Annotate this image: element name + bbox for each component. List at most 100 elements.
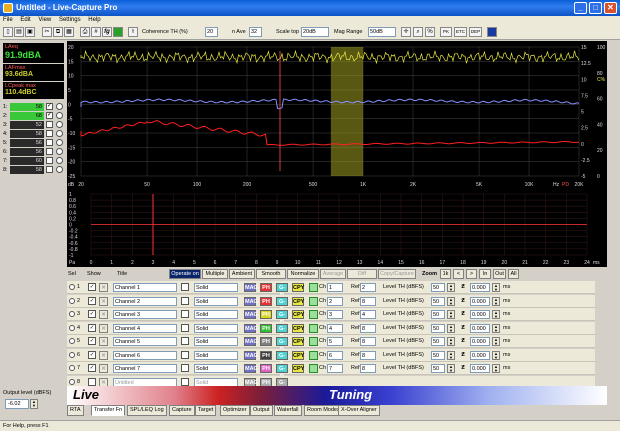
channel-aux-checkbox[interactable] xyxy=(181,296,189,305)
ch-select[interactable]: 7 xyxy=(327,364,343,373)
mag-toggle[interactable]: MAG xyxy=(244,296,258,306)
level-th-spinner[interactable]: ▲ ▼ xyxy=(447,310,455,319)
channel-aux-checkbox[interactable] xyxy=(181,364,189,372)
level-th-spinner[interactable]: ▲ ▼ xyxy=(447,337,455,346)
level-th-input[interactable]: 50 xyxy=(431,323,445,333)
ref-select[interactable]: 2 xyxy=(360,283,376,292)
maximize-button[interactable]: □ xyxy=(589,2,602,14)
channel-show-checkbox[interactable]: ✓ xyxy=(88,337,96,345)
ch-select[interactable]: 4 xyxy=(327,323,343,333)
delay-icon[interactable]: Ƶ xyxy=(459,364,467,373)
level-row-checkbox[interactable]: ✓ xyxy=(46,103,53,110)
ph-toggle[interactable]: PH xyxy=(260,283,272,292)
gd-toggle[interactable]: G-D xyxy=(276,364,288,380)
cut-icon[interactable]: ✂ xyxy=(42,27,52,37)
fg-icon[interactable]: fg xyxy=(102,27,112,37)
level-row-checkbox[interactable]: ✓ xyxy=(46,112,53,119)
delay-spinner[interactable]: ▲ ▼ xyxy=(492,350,500,360)
level-row-radio[interactable] xyxy=(56,148,63,155)
zoom-in-button[interactable]: In xyxy=(479,269,491,279)
channel-show-checkbox[interactable]: ✓ xyxy=(88,323,96,332)
delay-input[interactable]: 0.000 xyxy=(470,350,490,360)
coherence-toggle-icon[interactable]: % xyxy=(425,27,435,37)
ref-select[interactable]: 8 xyxy=(360,364,376,373)
tab-spl-leq-log[interactable]: SPL/LEQ Log xyxy=(127,405,167,416)
zoom-1k-button[interactable]: 1k xyxy=(440,269,451,279)
impulse-response-plot[interactable]: 0 1 2 3 4 5 6 7 8 9 10 11 12 13 14 15 16 17 18 19 20 21 22 23 24… xyxy=(67,189,607,267)
save-icon[interactable]: ▣ xyxy=(25,27,35,37)
level-th-input[interactable]: 50 xyxy=(431,337,445,346)
level-th-spinner[interactable]: ▲ ▼ xyxy=(447,323,455,333)
menu-file[interactable]: File xyxy=(0,17,16,23)
level-th-input[interactable]: 50 xyxy=(431,296,445,306)
level-th-input[interactable]: 50 xyxy=(431,283,445,292)
channel-show-checkbox[interactable]: ✓ xyxy=(88,364,96,372)
delay-input[interactable]: 0.000 xyxy=(470,364,490,373)
channel-select-radio[interactable] xyxy=(69,338,75,344)
gd-toggle[interactable]: G-D xyxy=(276,310,288,326)
level-row-radio[interactable] xyxy=(56,157,63,164)
channel-aux-checkbox[interactable] xyxy=(181,350,189,359)
magnify-icon[interactable]: ⌕ xyxy=(413,27,423,37)
channel-clear-icon[interactable]: ✕ xyxy=(99,310,108,319)
gd-toggle[interactable]: G-D xyxy=(276,350,288,367)
delay-icon[interactable]: Ƶ xyxy=(459,283,467,292)
channel-style-select[interactable]: Solid xyxy=(194,350,238,360)
ph-toggle[interactable]: PH xyxy=(260,364,272,373)
channel-aux-checkbox[interactable] xyxy=(181,323,189,332)
new-file-icon[interactable]: ▯ xyxy=(3,27,13,37)
channel-style-select[interactable]: Solid xyxy=(194,337,238,346)
output-level-spinner[interactable]: ▲ ▼ xyxy=(30,399,38,409)
channel-copy-icon[interactable] xyxy=(309,283,318,292)
copy-capture-button[interactable]: Copy/Capture xyxy=(378,269,416,279)
ch-select[interactable]: 1 xyxy=(327,283,343,292)
ch-select[interactable]: 3 xyxy=(327,310,343,319)
paste-icon[interactable]: ▦ xyxy=(64,27,74,37)
crosshair-icon[interactable]: ✛ xyxy=(401,27,411,37)
channel-style-select[interactable]: Solid xyxy=(194,323,238,333)
channel-copy-icon[interactable] xyxy=(309,350,318,360)
channel-clear-icon[interactable]: ✕ xyxy=(99,364,108,373)
ch-select[interactable]: 5 xyxy=(327,337,343,346)
level-row-checkbox[interactable] xyxy=(46,166,53,173)
channel-aux-checkbox[interactable] xyxy=(181,337,189,345)
cpy-toggle[interactable]: CPY xyxy=(292,296,304,306)
zoom-out-button[interactable]: Out xyxy=(493,269,506,279)
level-th-spinner[interactable]: ▲ ▼ xyxy=(447,364,455,373)
delay-input[interactable]: 0.000 xyxy=(470,296,490,306)
delay-spinner[interactable]: ▲ ▼ xyxy=(492,310,500,319)
average-button[interactable]: Average xyxy=(320,269,346,279)
level-row-checkbox[interactable] xyxy=(46,148,53,155)
channel-style-select[interactable]: Solid xyxy=(194,310,238,319)
coherence-input[interactable]: 20 xyxy=(205,27,218,37)
tab-x-over-aligner[interactable]: X-Over Aligner xyxy=(338,405,380,416)
ph-toggle[interactable]: PH xyxy=(260,296,272,306)
channel-clear-icon[interactable]: ✕ xyxy=(99,350,108,360)
copy-icon[interactable]: ⧉ xyxy=(53,27,63,37)
ph-toggle[interactable]: PH xyxy=(260,323,272,333)
level-th-spinner[interactable]: ▲ ▼ xyxy=(447,296,455,306)
channel-clear-icon[interactable]: ✕ xyxy=(99,337,108,346)
gd-toggle[interactable]: G-D xyxy=(276,337,288,353)
delay-input[interactable]: 0.000 xyxy=(470,323,490,333)
channel-aux-checkbox[interactable] xyxy=(181,377,189,386)
ph-toggle[interactable]: PH xyxy=(260,310,272,319)
mag-toggle[interactable]: MAG xyxy=(244,337,258,346)
level-row-radio[interactable] xyxy=(56,103,63,110)
channel-clear-icon[interactable]: ✕ xyxy=(99,283,108,292)
capture-icon[interactable] xyxy=(113,27,123,37)
mag-range-select[interactable]: 50dB xyxy=(368,27,396,37)
diff-button[interactable]: Diff xyxy=(347,269,377,279)
channel-select-radio[interactable] xyxy=(69,311,75,317)
zoom-right-button[interactable]: > xyxy=(466,269,477,279)
ref-select[interactable]: 8 xyxy=(360,323,376,333)
channel-copy-icon[interactable] xyxy=(309,337,318,346)
delay-icon[interactable]: Ƶ xyxy=(459,337,467,346)
delay-icon[interactable]: Ƶ xyxy=(459,310,467,319)
channel-style-select[interactable]: Solid xyxy=(194,296,238,306)
minimize-button[interactable]: _ xyxy=(574,2,587,14)
tab-capture[interactable]: Capture xyxy=(169,405,195,416)
layout-icon[interactable] xyxy=(487,27,497,37)
channel-title-input[interactable]: Channel 3 xyxy=(113,310,177,319)
channel-title-input[interactable]: Channel 6 xyxy=(113,350,177,360)
